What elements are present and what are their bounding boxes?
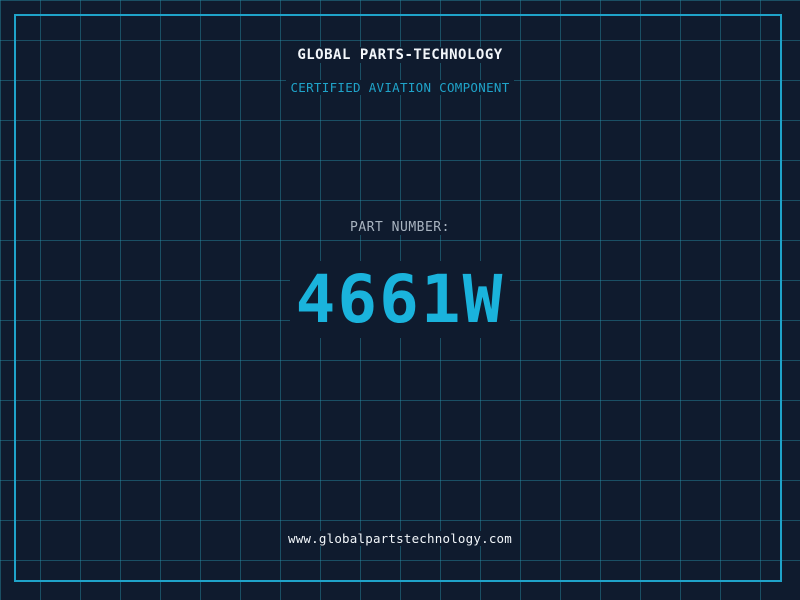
website-url: www.globalpartstechnology.com [0, 531, 800, 546]
part-number-value: 4661W [0, 261, 800, 338]
certification-subtitle-text: CERTIFIED AVIATION COMPONENT [286, 80, 514, 95]
company-name: GLOBAL PARTS-TECHNOLOGY [0, 47, 800, 63]
certification-subtitle: CERTIFIED AVIATION COMPONENT [0, 80, 800, 95]
part-number-label: PART NUMBER: [0, 220, 800, 235]
part-certificate-card: GLOBAL PARTS-TECHNOLOGY CERTIFIED AVIATI… [0, 0, 800, 600]
part-number-value-text: 4661W [289, 261, 511, 338]
company-name-text: GLOBAL PARTS-TECHNOLOGY [293, 47, 507, 63]
website-url-text: www.globalpartstechnology.com [283, 531, 517, 546]
part-number-label-text: PART NUMBER: [346, 220, 454, 235]
